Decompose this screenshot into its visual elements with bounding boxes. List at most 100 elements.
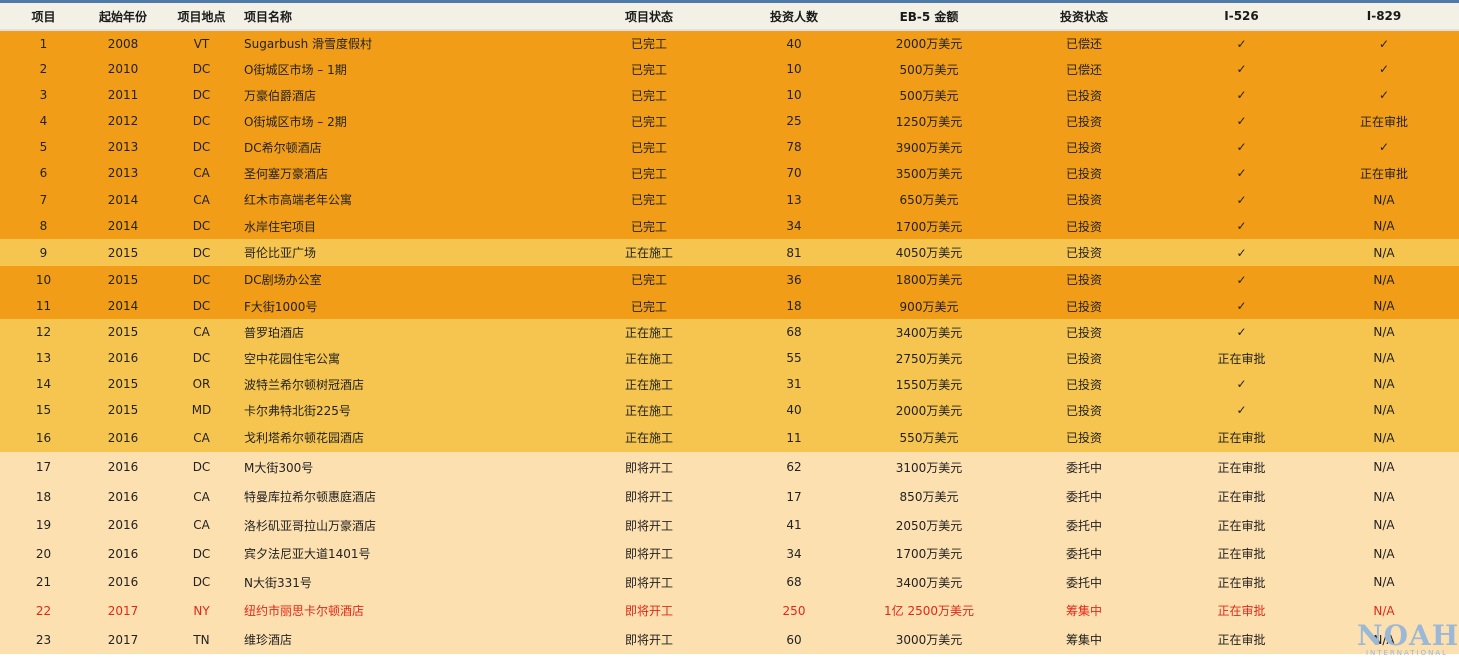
- cell-i526: ✓: [1236, 377, 1247, 391]
- project-table-container: 项目 起始年份 项目地点 项目名称 项目状态 投资人数 EB-5 金额 投资状态…: [0, 0, 1459, 657]
- cell-i829: N/A: [1373, 377, 1395, 391]
- cell-i829: N/A: [1373, 489, 1395, 504]
- cell-start-year: 2008: [107, 36, 139, 51]
- cell-i526: ✓: [1236, 140, 1247, 154]
- cell-investor-count: 41: [786, 518, 802, 532]
- cell-item-no: 19: [35, 518, 52, 532]
- cell-eb5-amount: 2000万美元: [895, 37, 963, 51]
- cell-i526: ✓: [1236, 114, 1247, 128]
- cell-project-name: 圣何塞万豪酒店: [244, 166, 329, 181]
- cell-location: CA: [193, 166, 210, 180]
- table-row: 20 2016 DC 宾夕法尼亚大道1401号 即将开工 34 1700万美元 委托中 正在审…: [0, 539, 1459, 568]
- cell-i829: ✓: [1378, 62, 1390, 76]
- table-row: 23 2017 TN 维珍酒店 即将开工 60 3000万美元 筹集中 正在审批 N/A: [0, 625, 1459, 654]
- cell-project-name: 空中花园住宅公寓: [244, 351, 341, 366]
- cell-i829: N/A: [1373, 430, 1395, 445]
- cell-i526: 正在审批: [1217, 633, 1266, 647]
- cell-investor-count: 62: [786, 460, 802, 474]
- cell-item-no: 8: [39, 219, 48, 233]
- cell-investor-count: 36: [786, 272, 802, 287]
- cell-investor-count: 10: [786, 88, 802, 102]
- cell-item-no: 12: [35, 325, 52, 339]
- cell-project-name: DC希尔顿酒店: [244, 140, 322, 155]
- cell-i526: ✓: [1236, 166, 1247, 180]
- cell-location: DC: [192, 62, 211, 76]
- header-eb5-amount: EB-5 金额: [864, 3, 994, 31]
- cell-start-year: 2017: [107, 632, 139, 647]
- cell-i526: ✓: [1236, 62, 1247, 76]
- table-row: 1 2008 VT Sugarbush 滑雪度假村 已完工 40 2000万美元 已偿还 ✓ ✓: [0, 30, 1459, 56]
- cell-i829: N/A: [1373, 272, 1395, 287]
- table-row: 7 2014 CA 红木市高端老年公寓 已完工 13 650万美元 已投资 ✓ N/A: [0, 186, 1459, 213]
- table-row: 17 2016 DC M大街300号 即将开工 62 3100万美元 委托中 正在审批 N/A: [0, 452, 1459, 482]
- cell-investment-status: 委托中: [1065, 547, 1102, 561]
- header-i526: I-526: [1174, 3, 1309, 31]
- cell-project-name: 哥伦比亚广场: [244, 246, 317, 260]
- cell-eb5-amount: 3400万美元: [895, 325, 963, 340]
- cell-investment-status: 委托中: [1065, 460, 1102, 475]
- cell-eb5-amount: 1亿 2500万美元: [884, 604, 974, 618]
- cell-i829: ✓: [1378, 36, 1390, 51]
- cell-item-no: 23: [35, 632, 52, 647]
- cell-investment-status: 已投资: [1065, 140, 1102, 155]
- cell-project-status: 正在施工: [624, 403, 673, 418]
- cell-location: DC: [192, 88, 211, 102]
- cell-eb5-amount: 650万美元: [899, 193, 959, 207]
- cell-location: DC: [192, 546, 211, 561]
- cell-project-status: 即将开工: [624, 547, 673, 561]
- cell-location: CA: [193, 325, 210, 339]
- cell-project-status: 已完工: [630, 114, 667, 129]
- cell-i526: 正在审批: [1217, 490, 1266, 504]
- table-row: 13 2016 DC 空中花园住宅公寓 正在施工 55 2750万美元 已投资 正在审批 N/A: [0, 345, 1459, 371]
- cell-i526: ✓: [1236, 219, 1247, 233]
- cell-investment-status: 已投资: [1065, 325, 1102, 340]
- cell-location: VT: [193, 36, 210, 51]
- cell-location: CA: [193, 489, 210, 504]
- cell-investor-count: 68: [786, 575, 802, 589]
- cell-start-year: 2016: [107, 518, 139, 532]
- cell-investor-count: 40: [786, 36, 802, 51]
- table-row: 12 2015 CA 普罗珀酒店 正在施工 68 3400万美元 已投资 ✓ N/A: [0, 319, 1459, 345]
- cell-investor-count: 11: [786, 430, 802, 445]
- cell-start-year: 2015: [107, 325, 139, 339]
- cell-i526: 正在审批: [1217, 460, 1266, 475]
- cell-i526: ✓: [1236, 272, 1247, 287]
- cell-eb5-amount: 850万美元: [899, 490, 959, 504]
- cell-item-no: 22: [35, 603, 52, 618]
- cell-project-status: 正在施工: [624, 351, 673, 366]
- cell-start-year: 2014: [107, 299, 139, 313]
- cell-investment-status: 已投资: [1065, 431, 1102, 445]
- cell-project-status: 正在施工: [624, 377, 673, 392]
- cell-i829: N/A: [1373, 518, 1395, 532]
- cell-eb5-amount: 2050万美元: [895, 518, 963, 533]
- cell-start-year: 2014: [107, 219, 139, 233]
- cell-item-no: 20: [35, 546, 52, 561]
- cell-project-name: 维珍酒店: [244, 633, 293, 647]
- cell-eb5-amount: 1250万美元: [895, 114, 963, 129]
- cell-start-year: 2016: [107, 546, 139, 561]
- cell-i526: ✓: [1236, 403, 1247, 417]
- cell-i526: ✓: [1236, 192, 1247, 207]
- cell-project-name: 红木市高端老年公寓: [244, 193, 353, 207]
- header-investment-status: 投资状态: [994, 3, 1174, 31]
- cell-item-no: 17: [35, 460, 52, 474]
- cell-project-status: 已完工: [630, 299, 667, 314]
- table-row: 16 2016 CA 戈利塔希尔顿花园酒店 正在施工 11 550万美元 已投资 正在审批 N/A: [0, 423, 1459, 452]
- cell-investor-count: 78: [786, 140, 802, 154]
- table-row: 10 2015 DC DC剧场办公室 已完工 36 1800万美元 已投资 ✓ N/A: [0, 266, 1459, 293]
- table-row: 18 2016 CA 特曼库拉希尔顿惠庭酒店 即将开工 17 850万美元 委托中 正在审批 N…: [0, 482, 1459, 511]
- logo-subtitle: INTERNATIONAL: [1365, 649, 1449, 657]
- cell-eb5-amount: 1700万美元: [895, 219, 963, 234]
- table-header-row: 项目 起始年份 项目地点 项目名称 项目状态 投资人数 EB-5 金额 投资状态…: [0, 3, 1459, 31]
- table-row: 5 2013 DC DC希尔顿酒店 已完工 78 3900万美元 已投资 ✓ ✓: [0, 134, 1459, 160]
- cell-location: CA: [193, 192, 210, 207]
- cell-project-name: 戈利塔希尔顿花园酒店: [244, 431, 365, 445]
- cell-eb5-amount: 1550万美元: [895, 377, 963, 392]
- cell-investment-status: 筹集中: [1065, 633, 1102, 647]
- cell-i829: N/A: [1373, 219, 1395, 233]
- table-row: 4 2012 DC O街城区市场 – 2期 已完工 25 1250万美元 已投资 ✓ 正在审批: [0, 108, 1459, 134]
- cell-item-no: 2: [39, 62, 48, 76]
- cell-location: DC: [192, 351, 211, 365]
- cell-project-name: M大街300号: [244, 460, 314, 475]
- cell-location: DC: [192, 299, 211, 313]
